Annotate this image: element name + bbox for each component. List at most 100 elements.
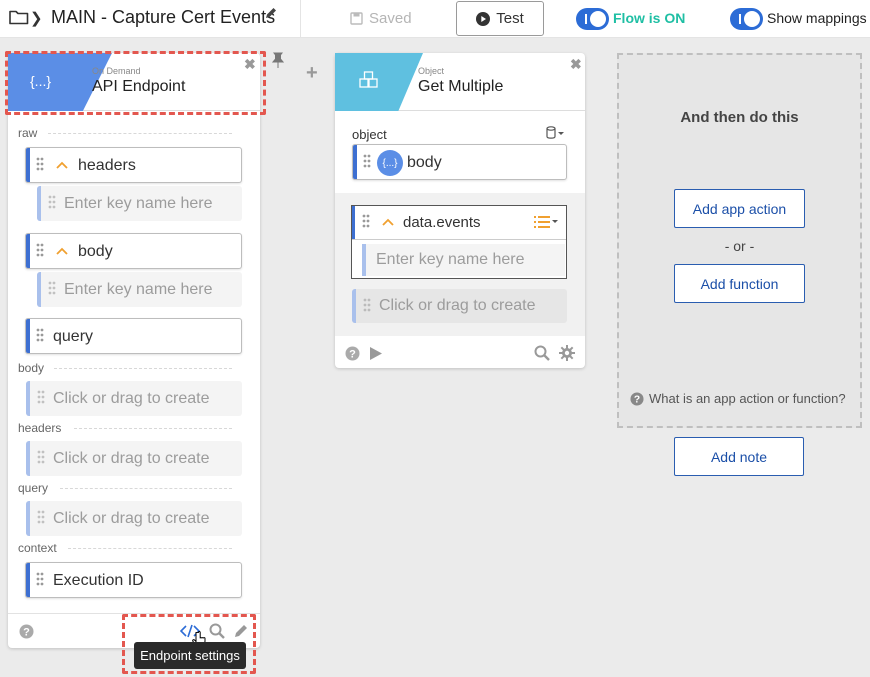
svg-text:?: ? [634, 394, 640, 405]
object-body-mapping[interactable]: {...} body [352, 144, 567, 180]
raw-query-item[interactable]: query [25, 318, 242, 354]
add-step-plus-icon[interactable]: + [306, 62, 318, 85]
click-or-drag-label: Click or drag to create [53, 390, 210, 407]
folder-icon[interactable] [9, 9, 29, 25]
object-click-or-drag[interactable]: Click or drag to create [352, 289, 567, 323]
drag-handle-icon[interactable] [36, 572, 44, 590]
drag-handle-icon[interactable] [362, 214, 370, 232]
headers-key-placeholder: Enter key name here [64, 195, 213, 212]
next-step-title: And then do this [680, 109, 799, 126]
test-label: Test [496, 10, 524, 27]
help-icon[interactable]: ? [345, 346, 360, 361]
object-subtitle: Object [418, 66, 445, 76]
click-or-drag-label: Click or drag to create [53, 450, 210, 467]
gear-icon[interactable] [559, 345, 575, 361]
flow-title[interactable]: MAIN - Capture Cert Events [51, 7, 275, 28]
object-title: Get Multiple [418, 78, 504, 95]
list-icon[interactable] [534, 215, 558, 229]
play-icon [476, 11, 491, 26]
search-icon[interactable] [534, 345, 550, 361]
flow-on-toggle[interactable] [576, 8, 609, 30]
query-click-or-drag[interactable]: Click or drag to create [26, 501, 242, 536]
section-divider [74, 428, 232, 429]
drag-handle-icon [363, 298, 371, 312]
saved-status: Saved [350, 10, 412, 27]
drag-handle-icon[interactable] [36, 157, 44, 175]
object-param-label: object [352, 127, 387, 142]
section-label-headers: headers [18, 421, 62, 435]
drag-handle-icon [48, 195, 56, 209]
headers-click-or-drag[interactable]: Click or drag to create [26, 441, 242, 476]
drag-handle-icon [48, 281, 56, 295]
chevron-right-icon: ❯ [30, 10, 43, 27]
flow-status-label: Flow is ON [613, 10, 686, 26]
output-mapping-area: data.events Enter key name here Click or… [335, 193, 585, 336]
headers-key-input[interactable]: Enter key name here [37, 186, 242, 221]
events-mapping-group[interactable]: data.events Enter key name here [351, 205, 567, 279]
object-body-label: body [407, 154, 442, 171]
section-divider [60, 488, 232, 489]
help-icon[interactable]: ? [19, 624, 34, 639]
save-icon [350, 12, 363, 25]
raw-headers-label: headers [78, 157, 136, 174]
raw-body-item[interactable]: body [25, 233, 242, 269]
body-chip-icon: {...} [377, 150, 403, 176]
get-multiple-card[interactable]: Object Get Multiple ✖ object {...} body … [335, 53, 585, 368]
show-mappings-toggle[interactable] [730, 8, 763, 30]
cubes-icon [359, 71, 378, 88]
events-key-input[interactable]: Enter key name here [362, 244, 565, 276]
saved-label: Saved [369, 10, 412, 27]
help-link-label: What is an app action or function? [649, 391, 846, 406]
raw-body-label: body [78, 243, 113, 260]
drag-handle-icon [37, 390, 45, 404]
get-multiple-card-header[interactable]: Object Get Multiple ✖ [335, 53, 585, 111]
body-key-placeholder: Enter key name here [64, 281, 213, 298]
body-click-or-drag[interactable]: Click or drag to create [26, 381, 242, 416]
database-icon[interactable] [546, 126, 564, 139]
add-note-button[interactable]: Add note [674, 437, 804, 476]
add-app-action-button[interactable]: Add app action [674, 189, 805, 228]
section-divider [54, 368, 232, 369]
or-separator: - or - [724, 238, 755, 254]
section-label-context: context [18, 541, 57, 555]
chevron-up-icon[interactable] [56, 247, 68, 255]
highlight-trigger-header [5, 51, 266, 115]
events-label: data.events [403, 214, 481, 231]
test-button[interactable]: Test [456, 1, 544, 36]
show-mappings-label: Show mappings [767, 10, 867, 26]
click-or-drag-label: Click or drag to create [379, 297, 536, 314]
events-key-placeholder: Enter key name here [376, 251, 525, 268]
drag-handle-icon [37, 510, 45, 524]
api-endpoint-card[interactable]: {...} On Demand API Endpoint ✖ raw heade… [8, 53, 260, 648]
drag-handle-icon[interactable] [36, 328, 44, 346]
svg-text:?: ? [349, 349, 356, 361]
drag-handle-icon [37, 450, 45, 464]
svg-text:?: ? [23, 627, 30, 639]
section-label-body: body [18, 361, 45, 375]
section-label-raw: raw [18, 126, 38, 140]
execution-id-item[interactable]: Execution ID [25, 562, 242, 598]
chevron-up-icon[interactable] [382, 218, 394, 226]
next-step-panel: And then do this Add app action - or - A… [617, 53, 862, 428]
chevron-up-icon[interactable] [56, 161, 68, 169]
body-key-input[interactable]: Enter key name here [37, 272, 242, 307]
object-icon-bg [335, 53, 423, 111]
close-icon[interactable]: ✖ [570, 56, 582, 73]
drag-handle-icon[interactable] [363, 154, 371, 172]
raw-headers-item[interactable]: headers [25, 147, 242, 183]
click-or-drag-label: Click or drag to create [53, 510, 210, 527]
top-bar: ❯ MAIN - Capture Cert Events Saved Test … [0, 0, 870, 38]
play-icon[interactable] [369, 346, 383, 361]
section-label-query: query [18, 481, 49, 495]
drag-handle-icon[interactable] [36, 243, 44, 261]
topbar-divider [300, 0, 301, 38]
pin-icon[interactable] [272, 52, 284, 68]
help-link[interactable]: ? What is an app action or function? [630, 391, 846, 406]
add-function-button[interactable]: Add function [674, 264, 805, 303]
raw-query-label: query [53, 328, 94, 345]
help-icon: ? [630, 391, 644, 405]
section-divider [48, 133, 232, 134]
endpoint-settings-tooltip: Endpoint settings [134, 642, 246, 669]
pencil-icon[interactable] [264, 7, 277, 20]
section-divider [68, 548, 232, 549]
